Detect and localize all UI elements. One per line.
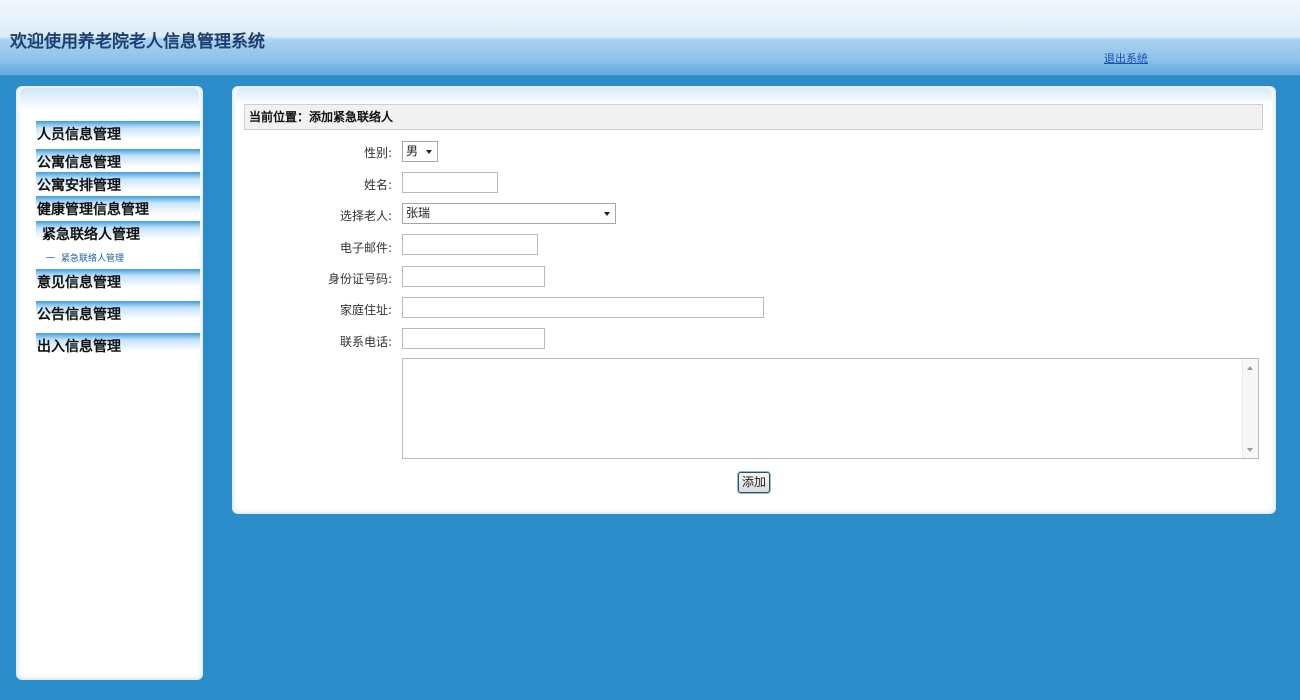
submenu-item-label: 紧急联络人管理 bbox=[61, 254, 125, 264]
main-top-decoration bbox=[236, 88, 1272, 104]
main-panel: 当前位置：添加紧急联络人 性别: 男 姓名: 选择老人: 张瑞 电子邮件: 身份… bbox=[232, 86, 1276, 514]
chevron-down-icon bbox=[426, 150, 432, 154]
elder-select-value: 张瑞 bbox=[406, 206, 431, 220]
name-input[interactable] bbox=[402, 172, 498, 193]
scroll-down-icon[interactable] bbox=[1247, 448, 1253, 452]
phone-input[interactable] bbox=[402, 328, 545, 349]
gender-select[interactable]: 男 bbox=[402, 141, 438, 162]
breadcrumb: 当前位置：添加紧急联络人 bbox=[244, 104, 1263, 130]
elder-select[interactable]: 张瑞 bbox=[402, 203, 616, 224]
sidebar-item-apartment-arrangement[interactable]: 公寓安排管理 bbox=[36, 172, 200, 194]
phone-label: 联系电话: bbox=[339, 335, 392, 349]
header-bar: 欢迎使用养老院老人信息管理系统 退出系统 bbox=[0, 0, 1300, 76]
address-label: 家庭住址: bbox=[339, 303, 392, 317]
gender-select-value: 男 bbox=[406, 144, 419, 158]
sidebar-top-decoration bbox=[20, 88, 199, 110]
submenu-item-emergency-contact[interactable]: 一紧急联络人管理 bbox=[46, 251, 124, 264]
app-title: 欢迎使用养老院老人信息管理系统 bbox=[10, 32, 265, 52]
sidebar-item-access[interactable]: 出入信息管理 bbox=[36, 333, 200, 355]
email-input[interactable] bbox=[402, 234, 538, 255]
sidebar-item-emergency-contact[interactable]: 紧急联络人管理 bbox=[36, 221, 200, 243]
address-input[interactable] bbox=[402, 297, 764, 318]
name-label: 姓名: bbox=[363, 178, 392, 192]
scroll-up-icon[interactable] bbox=[1247, 366, 1253, 370]
sidebar-item-health[interactable]: 健康管理信息管理 bbox=[36, 196, 200, 218]
add-button[interactable]: 添加 bbox=[738, 472, 770, 493]
sidebar-item-personnel[interactable]: 人员信息管理 bbox=[36, 121, 200, 143]
elder-label: 选择老人: bbox=[339, 209, 392, 223]
submenu-dash: 一 bbox=[46, 254, 56, 264]
id-number-input[interactable] bbox=[402, 266, 545, 287]
gender-label: 性别: bbox=[363, 146, 392, 160]
textarea-scrollbar[interactable] bbox=[1242, 359, 1258, 458]
email-label: 电子邮件: bbox=[339, 241, 392, 255]
logout-link[interactable]: 退出系统 bbox=[1104, 50, 1148, 66]
chevron-down-icon bbox=[604, 212, 610, 216]
content-textarea[interactable] bbox=[402, 358, 1259, 459]
id-number-label: 身份证号码: bbox=[327, 272, 392, 286]
sidebar-item-apartment[interactable]: 公寓信息管理 bbox=[36, 149, 200, 171]
sidebar-item-feedback[interactable]: 意见信息管理 bbox=[36, 269, 200, 291]
sidebar: 人员信息管理 公寓信息管理 公寓安排管理 健康管理信息管理 紧急联络人管理 一紧… bbox=[16, 86, 203, 680]
sidebar-item-announcement[interactable]: 公告信息管理 bbox=[36, 301, 200, 323]
